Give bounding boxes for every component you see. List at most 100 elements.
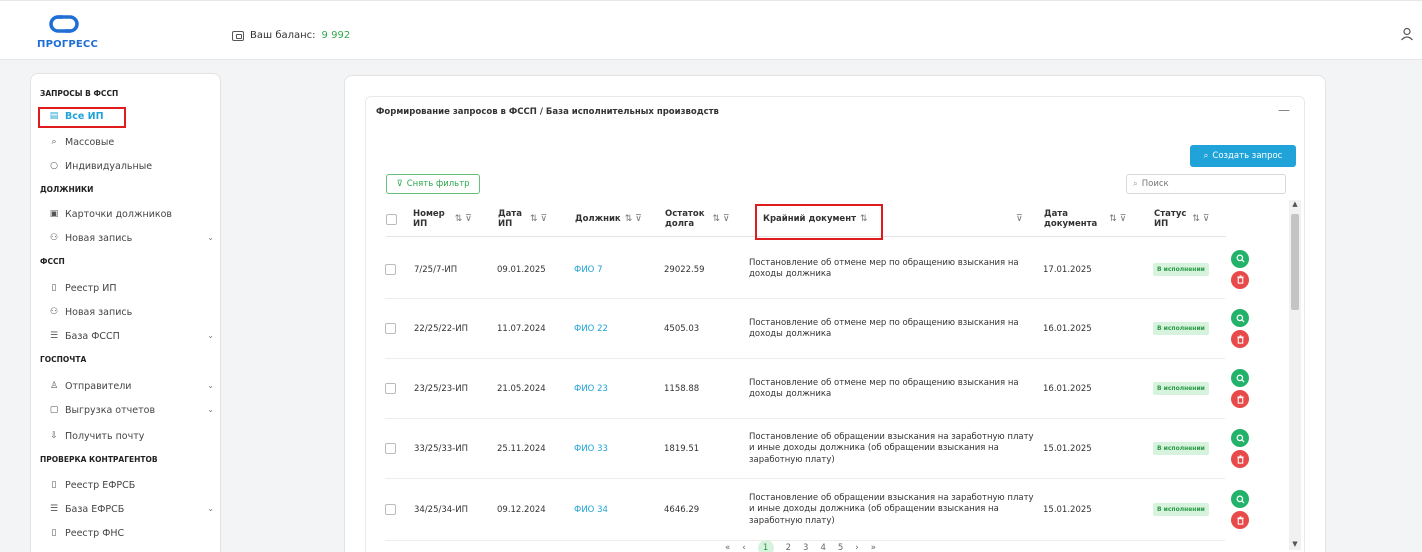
app-logo[interactable]: ПРОГРЕСС xyxy=(37,13,98,53)
page-next[interactable]: › xyxy=(855,543,858,552)
sidebar-item-debtor-new-record[interactable]: ⚇ Новая запись ⌄ xyxy=(49,230,214,246)
view-button[interactable] xyxy=(1231,309,1249,327)
view-button[interactable] xyxy=(1231,429,1249,447)
search-field[interactable]: ⌕ xyxy=(1126,174,1286,194)
table-scrollbar[interactable]: ▲ ▼ xyxy=(1289,200,1301,550)
sidebar-item-efrsb-registry[interactable]: ▯ Реестр ЕФРСБ xyxy=(49,477,214,493)
filter-icon[interactable]: ⊽ xyxy=(1012,201,1023,237)
sidebar-item-ip-registry[interactable]: ▯ Реестр ИП xyxy=(49,280,214,296)
user-icon: ♙ xyxy=(49,381,59,391)
page-last[interactable]: » xyxy=(871,543,876,552)
trash-icon xyxy=(1236,334,1244,344)
file-icon: ▯ xyxy=(51,528,57,538)
page-1[interactable]: 1 xyxy=(757,540,774,552)
user-profile-icon[interactable] xyxy=(1400,27,1414,41)
col-ip-number[interactable]: Номер ИП ⇅ ⊽ xyxy=(413,201,472,237)
page-3[interactable]: 3 xyxy=(803,543,808,552)
page-5[interactable]: 5 xyxy=(838,543,843,552)
view-button[interactable] xyxy=(1231,490,1249,508)
page-4[interactable]: 4 xyxy=(820,543,825,552)
col-ip-date[interactable]: Дата ИП ⇅ ⊽ xyxy=(498,201,547,237)
scrollbar-thumb[interactable] xyxy=(1291,214,1299,310)
sidebar-item-get-mail[interactable]: ⇩ Получить почту xyxy=(49,428,214,444)
cell-debtor-link[interactable]: ФИО 23 xyxy=(574,384,608,394)
section-title-gospochta: ГОСПОЧТА xyxy=(40,355,87,364)
table-row[interactable]: 33/25/33-ИП 25.11.2024 ФИО 33 1819.51 Постан… xyxy=(385,419,1249,479)
sidebar-item-fns-registry[interactable]: ▯ Реестр ФНС xyxy=(49,525,214,541)
sidebar-item-mass[interactable]: ⌕ Массовые xyxy=(49,134,214,150)
scroll-down-icon[interactable]: ▼ xyxy=(1289,540,1301,550)
cell-last-document: Постановление об обращении взыскания на … xyxy=(749,492,1034,526)
row-checkbox[interactable] xyxy=(385,263,396,278)
delete-button[interactable] xyxy=(1231,270,1249,289)
cell-debt-rest: 29022.59 xyxy=(664,264,705,275)
page-2[interactable]: 2 xyxy=(786,543,791,552)
page-first[interactable]: « xyxy=(725,543,730,552)
chat-icon: ○ xyxy=(50,161,58,171)
sidebar-item-debtor-cards[interactable]: ▣ Карточки должников xyxy=(49,206,214,222)
delete-button[interactable] xyxy=(1231,450,1249,468)
sort-icon[interactable]: ⇅ ⊽ xyxy=(625,214,642,224)
sort-icon[interactable]: ⇅ ⊽ xyxy=(712,214,729,224)
collapse-icon[interactable]: — xyxy=(1278,103,1290,117)
view-button[interactable] xyxy=(1231,249,1249,268)
search-icon xyxy=(1236,374,1245,383)
sidebar-item-report-export[interactable]: ▢ Выгрузка отчетов ⌄ xyxy=(49,402,214,418)
status-badge: В исполнении xyxy=(1153,382,1209,395)
row-checkbox[interactable] xyxy=(385,504,396,518)
sidebar-item-fssp-base[interactable]: ☰ База ФССП ⌄ xyxy=(49,328,214,344)
row-checkbox[interactable] xyxy=(385,323,396,337)
sort-icon[interactable]: ⇅ ⊽ xyxy=(1192,214,1209,224)
sort-icon[interactable]: ⇅ ⊽ xyxy=(530,214,547,224)
sidebar-item-efrsb-base[interactable]: ☰ База ЕФРСБ ⌄ xyxy=(49,501,214,517)
cell-last-document: Постановление об отмене мер по обращению… xyxy=(749,258,1019,280)
table-row[interactable]: 7/25/7-ИП 09.01.2025 ФИО 7 29022.59 Постанов… xyxy=(385,240,1249,299)
col-document-date[interactable]: Дата документа ⇅ ⊽ xyxy=(1044,201,1126,237)
row-checkbox[interactable] xyxy=(385,443,396,457)
table-row[interactable]: 34/25/34-ИП 09.12.2024 ФИО 34 4646.29 Постан… xyxy=(385,479,1249,541)
logo-mark-icon xyxy=(49,15,79,33)
delete-button[interactable] xyxy=(1231,390,1249,408)
row-checkbox[interactable] xyxy=(385,383,396,397)
scroll-up-icon[interactable]: ▲ xyxy=(1289,200,1301,210)
table-row[interactable]: 23/25/23-ИП 21.05.2024 ФИО 23 1158.88 Постан… xyxy=(385,359,1249,419)
cell-last-document: Постановление об отмене мер по обращению… xyxy=(749,377,1019,399)
cell-ip-date: 11.07.2024 xyxy=(497,324,546,334)
sidebar-item-fssp-new-record[interactable]: ⚇ Новая запись xyxy=(49,304,214,320)
sidebar: ЗАПРОСЫ В ФССП ▤ Все ИП ⌕ Массовые ○ Индиви… xyxy=(30,73,221,552)
sidebar-item-individual[interactable]: ○ Индивидуальные xyxy=(49,158,214,174)
cell-debtor-link[interactable]: ФИО 7 xyxy=(574,265,602,275)
top-bar: ПРОГРЕСС Ваш баланс: 9 992 xyxy=(0,0,1422,60)
search-input[interactable] xyxy=(1141,179,1272,189)
chevron-down-icon: ⌄ xyxy=(207,233,214,242)
status-badge: В исполнении xyxy=(1153,442,1209,455)
filter-icon: ⊽ xyxy=(396,179,403,189)
cell-ip-date: 09.12.2024 xyxy=(497,505,546,515)
delete-button[interactable] xyxy=(1231,330,1249,348)
select-all-checkbox[interactable] xyxy=(386,201,397,237)
sidebar-item-senders[interactable]: ♙ Отправители ⌄ xyxy=(49,378,214,394)
sort-icon[interactable]: ⇅ ⊽ xyxy=(455,214,472,224)
cell-document-date: 16.01.2025 xyxy=(1043,324,1092,334)
inbox-icon: ⇩ xyxy=(50,431,58,441)
cell-debtor-link[interactable]: ФИО 34 xyxy=(574,505,608,515)
sort-icon[interactable]: ⇅ ⊽ xyxy=(1109,214,1126,224)
page-prev[interactable]: ‹ xyxy=(742,543,745,552)
col-debt-rest[interactable]: Остаток долга ⇅ ⊽ xyxy=(665,201,729,237)
search-icon: ⌕ xyxy=(51,137,57,147)
page-title: Формирование запросов в ФССП / База испо… xyxy=(376,107,719,117)
create-request-button[interactable]: ⌕ Создать запрос xyxy=(1190,145,1296,167)
cell-debtor-link[interactable]: ФИО 22 xyxy=(574,324,608,334)
balance-label: Ваш баланс: xyxy=(250,30,316,41)
pagination: « ‹ 1 2 3 4 5 › » xyxy=(725,540,876,552)
view-button[interactable] xyxy=(1231,369,1249,387)
table-row[interactable]: 22/25/22-ИП 11.07.2024 ФИО 22 4505.03 Постан… xyxy=(385,299,1249,359)
cell-debtor-link[interactable]: ФИО 33 xyxy=(574,444,608,454)
delete-button[interactable] xyxy=(1231,511,1249,529)
cell-ip-number: 22/25/22-ИП xyxy=(414,324,468,334)
balance-value: 9 992 xyxy=(321,30,351,41)
wallet-icon xyxy=(232,30,244,41)
col-ip-status[interactable]: Статус ИП ⇅ ⊽ xyxy=(1154,201,1209,237)
clear-filter-button[interactable]: ⊽ Снять фильтр xyxy=(386,174,480,194)
col-debtor[interactable]: Должник ⇅ ⊽ xyxy=(575,201,642,237)
